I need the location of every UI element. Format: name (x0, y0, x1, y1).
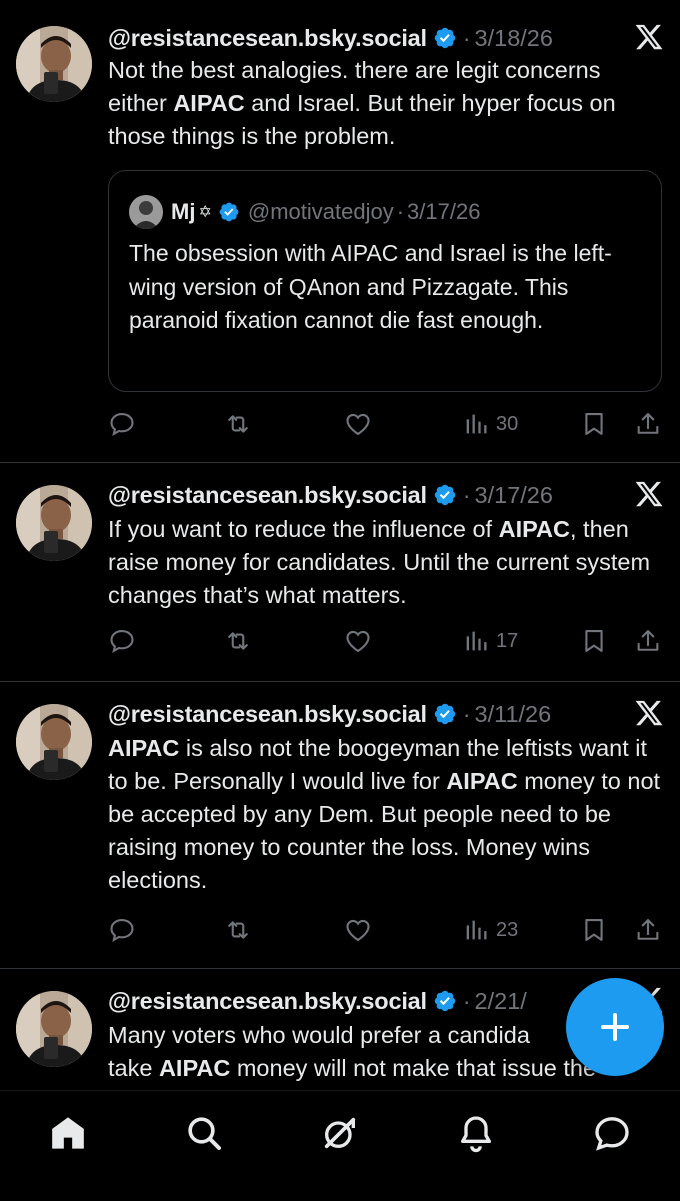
like-button[interactable] (344, 912, 372, 948)
quoted-author-handle: @motivatedjoy (247, 199, 394, 224)
post-text: If you want to reduce the influence of A… (108, 516, 651, 608)
star-of-david-icon: ✡ (198, 204, 212, 221)
quoted-avatar (129, 195, 163, 229)
share-button[interactable] (634, 623, 662, 659)
separator-dot: · (462, 24, 471, 51)
x-logo-icon[interactable] (634, 22, 664, 52)
post-header: @resistancesean.bsky.social · 3/17/26 (108, 477, 668, 513)
bottom-navigation (0, 1090, 680, 1201)
post[interactable]: @resistancesean.bsky.social · 3/11/26 AI… (0, 682, 680, 969)
repost-button[interactable] (224, 623, 252, 659)
like-icon (344, 627, 372, 655)
quoted-post[interactable]: Mj ✡ @motivatedjoy · 3/17/26 The obsessi… (108, 170, 662, 392)
plus-icon (601, 1013, 629, 1041)
share-button[interactable] (634, 912, 662, 948)
post-header: @resistancesean.bsky.social · 3/18/26 (108, 20, 668, 56)
repost-icon (224, 627, 252, 655)
post-date[interactable]: 3/17/26 (475, 482, 553, 509)
views-count: 23 (496, 918, 519, 941)
reply-icon (108, 410, 136, 438)
post-header: @resistancesean.bsky.social · 3/11/26 (108, 696, 668, 732)
post-date[interactable]: 2/21/ (475, 988, 527, 1015)
repost-icon (224, 410, 252, 438)
views-icon (462, 410, 490, 438)
separator-dot: · (462, 700, 471, 727)
bookmark-icon (580, 410, 608, 438)
home-icon (52, 1117, 84, 1149)
post-actions: 17 (108, 623, 664, 659)
post-text: Not the best analogies. there are legit … (108, 57, 616, 149)
views-icon (462, 916, 490, 944)
post-date[interactable]: 3/11/26 (475, 701, 552, 728)
verified-badge-icon (433, 702, 457, 726)
like-icon (344, 916, 372, 944)
like-button[interactable] (344, 623, 372, 659)
author-handle[interactable]: @resistancesean.bsky.social (108, 988, 427, 1015)
avatar[interactable] (16, 485, 92, 561)
separator-dot: · (396, 199, 405, 224)
nav-home[interactable] (48, 1113, 88, 1153)
grok-icon (324, 1117, 356, 1149)
views-count: 30 (496, 412, 519, 435)
verified-badge-icon (433, 483, 457, 507)
avatar[interactable] (16, 704, 92, 780)
nav-messages[interactable] (592, 1113, 632, 1153)
post[interactable]: @resistancesean.bsky.social · 3/18/26 No… (0, 0, 680, 463)
views-count: 17 (496, 629, 519, 652)
views-button[interactable]: 17 (462, 623, 518, 659)
quoted-post-text: The obsession with AIPAC and Israel is t… (129, 240, 612, 333)
x-logo-icon[interactable] (634, 698, 664, 728)
nav-notifications[interactable] (456, 1113, 496, 1153)
search-icon (188, 1117, 221, 1150)
repost-icon (224, 916, 252, 944)
repost-button[interactable] (224, 406, 252, 442)
x-logo-icon[interactable] (634, 479, 664, 509)
verified-badge-icon (433, 26, 457, 50)
quoted-author-name: Mj (171, 199, 196, 224)
share-icon (634, 627, 662, 655)
separator-dot: · (462, 987, 471, 1014)
post[interactable]: @resistancesean.bsky.social · 3/17/26 If… (0, 463, 680, 682)
post-date[interactable]: 3/18/26 (475, 25, 553, 52)
avatar[interactable] (16, 991, 92, 1067)
bookmark-button[interactable] (580, 912, 608, 948)
quoted-post-header: Mj ✡ @motivatedjoy · 3/17/26 (129, 195, 480, 229)
bookmark-icon (580, 627, 608, 655)
views-icon (462, 627, 490, 655)
views-button[interactable]: 23 (462, 912, 518, 948)
reply-icon (108, 627, 136, 655)
reply-button[interactable] (108, 623, 136, 659)
share-button[interactable] (634, 406, 662, 442)
post-actions: 23 (108, 912, 664, 948)
reply-button[interactable] (108, 912, 136, 948)
messages-icon (595, 1117, 629, 1151)
like-icon (344, 410, 372, 438)
share-icon (634, 410, 662, 438)
nav-grok[interactable] (320, 1113, 360, 1153)
author-handle[interactable]: @resistancesean.bsky.social (108, 701, 427, 728)
post-text: AIPAC is also not the boogeyman the left… (108, 735, 661, 893)
separator-dot: · (462, 481, 471, 508)
author-handle[interactable]: @resistancesean.bsky.social (108, 482, 427, 509)
nav-search[interactable] (184, 1113, 224, 1153)
verified-badge-icon (433, 989, 457, 1013)
bookmark-button[interactable] (580, 623, 608, 659)
repost-button[interactable] (224, 912, 252, 948)
views-button[interactable]: 30 (462, 406, 518, 442)
author-handle[interactable]: @resistancesean.bsky.social (108, 25, 427, 52)
reply-icon (108, 916, 136, 944)
compose-button[interactable] (566, 978, 664, 1076)
post-actions: 30 (108, 406, 664, 442)
reply-button[interactable] (108, 406, 136, 442)
like-button[interactable] (344, 406, 372, 442)
notifications-icon (461, 1116, 491, 1153)
verified-badge-icon (218, 201, 240, 223)
bookmark-button[interactable] (580, 406, 608, 442)
share-icon (634, 916, 662, 944)
quoted-post-date: 3/17/26 (407, 199, 481, 224)
bookmark-icon (580, 916, 608, 944)
avatar[interactable] (16, 26, 92, 102)
